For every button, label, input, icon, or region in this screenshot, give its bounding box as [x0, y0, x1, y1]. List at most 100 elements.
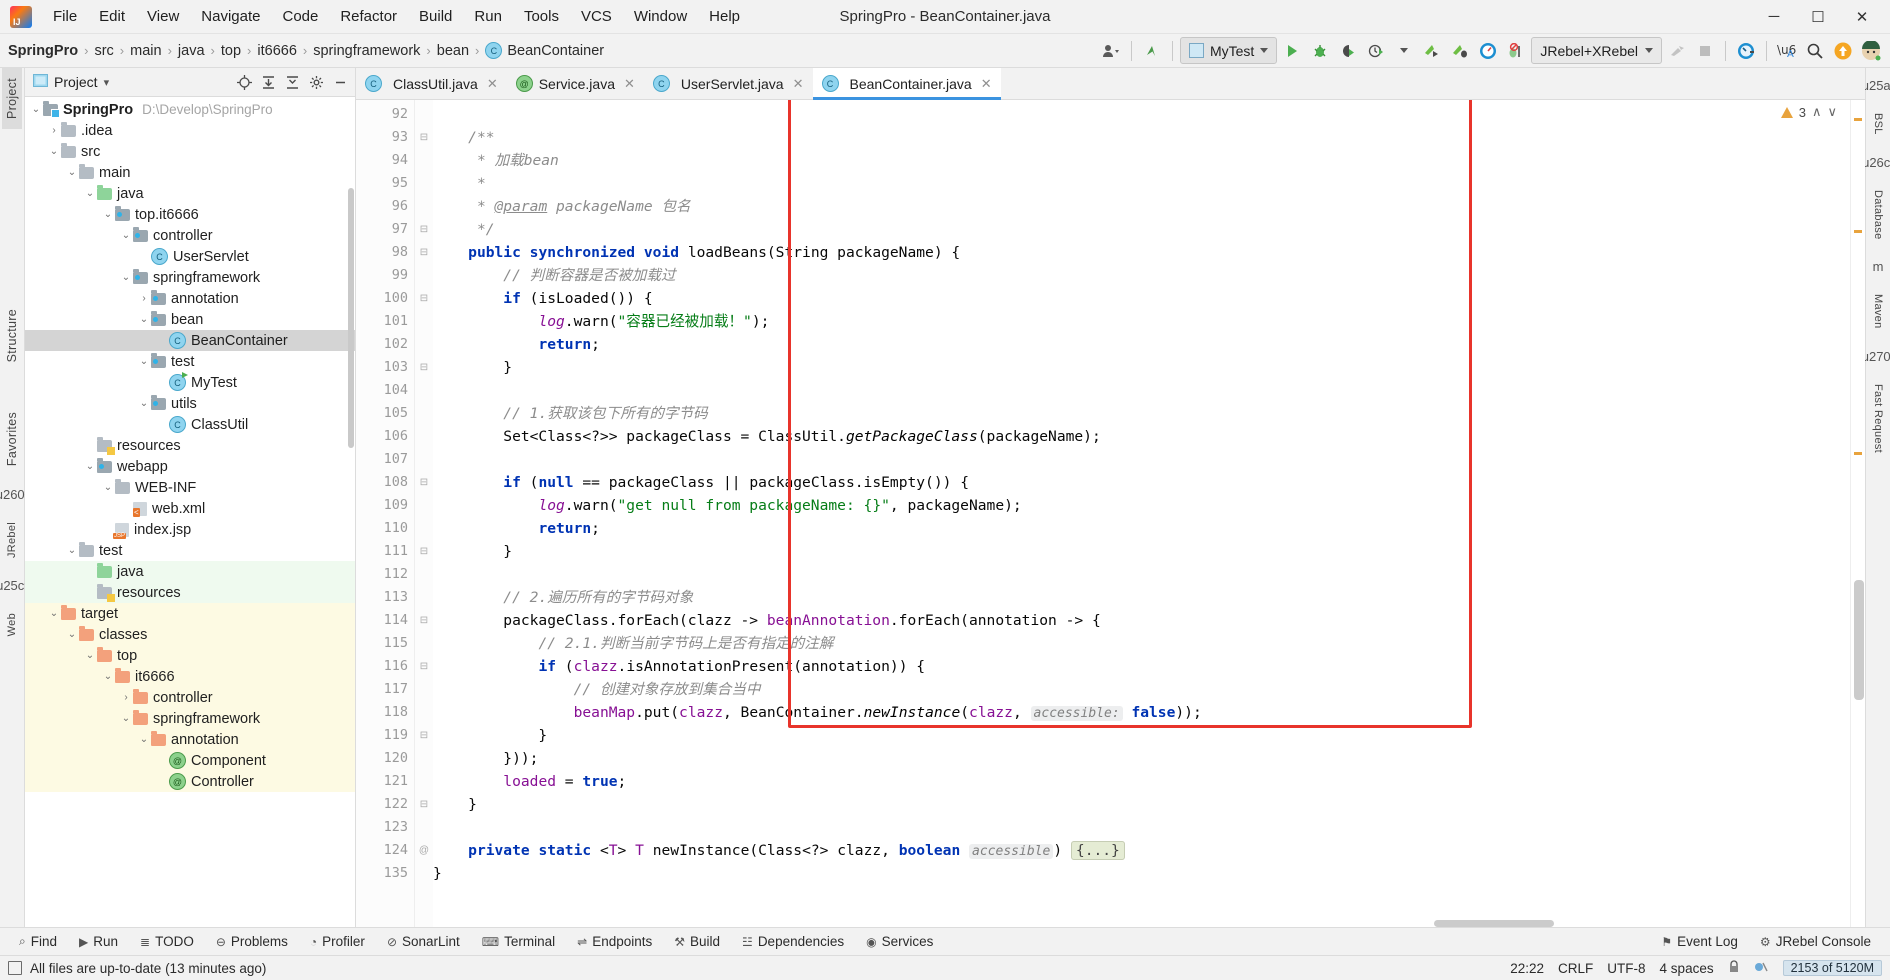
- search-everywhere-icon[interactable]: [1802, 38, 1828, 63]
- menu-item-build[interactable]: Build: [408, 4, 463, 29]
- editor-tab-service-java[interactable]: @ Service.java ✕: [507, 68, 644, 99]
- close-icon[interactable]: ✕: [793, 76, 804, 92]
- build-icon[interactable]: [1664, 38, 1690, 63]
- fold-marker-icon[interactable]: ⊟: [415, 218, 433, 241]
- maximize-button[interactable]: ☐: [1796, 1, 1840, 33]
- tool-window-services[interactable]: ◉ Services: [855, 934, 944, 949]
- chevron-down-icon[interactable]: ⌄: [101, 482, 115, 492]
- breadcrumb-item-top[interactable]: top: [221, 43, 241, 59]
- update-project-icon[interactable]: [1139, 38, 1165, 63]
- translate-icon[interactable]: \u6587A: [1774, 38, 1800, 63]
- tree-node-index-jsp[interactable]: index.jsp: [25, 519, 355, 540]
- tool-window-sonarlint[interactable]: ⊘ SonarLint: [376, 934, 471, 949]
- editor-marker-bar[interactable]: [1850, 100, 1865, 927]
- fold-marker-icon[interactable]: ⊟: [415, 356, 433, 379]
- rail-tab-structure[interactable]: Structure: [2, 299, 22, 372]
- fold-marker-icon[interactable]: ⊟: [415, 126, 433, 149]
- breadcrumb-item-main[interactable]: main: [130, 43, 161, 59]
- tool-window-todo[interactable]: ≣ TODO: [129, 934, 205, 949]
- tree-node-controller[interactable]: @ Controller: [25, 771, 355, 792]
- chevron-down-icon[interactable]: ⌄: [101, 209, 115, 219]
- inspection-widget[interactable]: 3 ∧ ∨: [1780, 104, 1837, 120]
- tool-window-event-log[interactable]: ⚑ Event Log: [1650, 934, 1749, 949]
- project-tree[interactable]: ⌄ SpringPro D:\Develop\SpringPro › .idea ⌄ src…: [25, 97, 355, 927]
- profiler-dropdown-icon[interactable]: [1391, 38, 1417, 63]
- tree-node-test[interactable]: ⌄ test: [25, 351, 355, 372]
- menu-item-edit[interactable]: Edit: [88, 4, 136, 29]
- rail-tab-database[interactable]: Database: [1869, 180, 1887, 250]
- fold-marker-icon[interactable]: ⊟: [415, 471, 433, 494]
- breadcrumb-item-springpro[interactable]: SpringPro: [8, 43, 78, 59]
- tool-window-run[interactable]: ▶ Run: [68, 934, 129, 949]
- rail-tab-web[interactable]: Web: [3, 603, 21, 646]
- tree-node-it6666[interactable]: ⌄ it6666: [25, 666, 355, 687]
- tool-window-profiler[interactable]: ◔ Profiler: [299, 934, 376, 949]
- run-with-coverage-icon[interactable]: [1335, 38, 1361, 63]
- chevron-down-icon[interactable]: ⌄: [119, 272, 133, 282]
- settings-icon[interactable]: [305, 71, 327, 93]
- chevron-down-icon[interactable]: ⌄: [83, 650, 97, 660]
- read-only-lock-icon[interactable]: [1728, 960, 1740, 976]
- tree-node-top-it6666[interactable]: ⌄ top.it6666: [25, 204, 355, 225]
- tree-node-java[interactable]: ⌄ java: [25, 183, 355, 204]
- breadcrumb-item-bean[interactable]: bean: [437, 43, 469, 59]
- inspection-prev-icon[interactable]: ∧: [1812, 104, 1822, 120]
- chevron-down-icon[interactable]: ⌄: [119, 713, 133, 723]
- chevron-right-icon[interactable]: ›: [137, 293, 151, 304]
- chevron-down-icon[interactable]: ⌄: [137, 734, 151, 744]
- code-content[interactable]: /** * 加载bean * * @param packageName 包名 *…: [433, 100, 1865, 927]
- chevron-down-icon[interactable]: ⌄: [119, 230, 133, 240]
- breadcrumb-item-java[interactable]: java: [178, 43, 205, 59]
- tree-node-mytest[interactable]: C MyTest: [25, 372, 355, 393]
- tree-node-target[interactable]: ⌄ target: [25, 603, 355, 624]
- chevron-down-icon[interactable]: ⌄: [101, 671, 115, 681]
- tree-node-springframework[interactable]: ⌄ springframework: [25, 708, 355, 729]
- tool-window-problems[interactable]: ⊖ Problems: [205, 934, 299, 949]
- editor-horizontal-scrollbar[interactable]: [414, 920, 1851, 927]
- inspection-next-icon[interactable]: ∨: [1827, 104, 1837, 120]
- chevron-down-icon[interactable]: ⌄: [65, 545, 79, 555]
- menu-item-refactor[interactable]: Refactor: [329, 4, 408, 29]
- close-icon[interactable]: ✕: [487, 76, 498, 92]
- editor-vertical-scrollbar-thumb[interactable]: [1854, 580, 1864, 700]
- editor-tab-classutil-java[interactable]: C ClassUtil.java ✕: [356, 68, 507, 99]
- hide-icon[interactable]: [329, 71, 351, 93]
- tree-node-springpro[interactable]: ⌄ SpringPro D:\Develop\SpringPro: [25, 99, 355, 120]
- breadcrumb-item-it6666[interactable]: it6666: [257, 43, 297, 59]
- jrebel-configuration-combo[interactable]: JRebel+XRebel: [1531, 37, 1662, 64]
- tool-window-find[interactable]: ⌕ Find: [8, 934, 68, 949]
- inspection-level-icon[interactable]: [1754, 960, 1769, 977]
- tree-node-bean[interactable]: ⌄ bean: [25, 309, 355, 330]
- chevron-down-icon[interactable]: ⌄: [47, 608, 61, 618]
- fold-marker-icon[interactable]: ⊟: [415, 540, 433, 563]
- user-dropdown-icon[interactable]: [1098, 38, 1124, 63]
- chevron-down-icon[interactable]: ⌄: [83, 188, 97, 198]
- menu-item-tools[interactable]: Tools: [513, 4, 570, 29]
- close-icon[interactable]: ✕: [624, 76, 635, 92]
- fold-marker-icon[interactable]: ⊟: [415, 241, 433, 264]
- expand-all-icon[interactable]: [257, 71, 279, 93]
- tree-node-component[interactable]: @ Component: [25, 750, 355, 771]
- chevron-down-icon[interactable]: ⌄: [137, 398, 151, 408]
- fold-marker-icon[interactable]: ⊟: [415, 287, 433, 310]
- memory-indicator[interactable]: 2153 of 5120M: [1782, 960, 1882, 976]
- menu-item-run[interactable]: Run: [463, 4, 513, 29]
- menu-item-code[interactable]: Code: [271, 4, 329, 29]
- tree-node-web-xml[interactable]: web.xml: [25, 498, 355, 519]
- chevron-down-icon[interactable]: ⌄: [29, 104, 43, 114]
- chevron-down-icon[interactable]: ⌄: [83, 461, 97, 471]
- jrebel-gauge-icon[interactable]: [1733, 38, 1759, 63]
- rail-tab-favorites[interactable]: Favorites: [2, 402, 22, 476]
- tree-node-beancontainer[interactable]: C BeanContainer: [25, 330, 355, 351]
- tree-node-web-inf[interactable]: ⌄ WEB-INF: [25, 477, 355, 498]
- jrebel-run-icon[interactable]: [1419, 38, 1445, 63]
- tree-node-classes[interactable]: ⌄ classes: [25, 624, 355, 645]
- editor-tab-userservlet-java[interactable]: C UserServlet.java ✕: [644, 68, 813, 99]
- tree-node-webapp[interactable]: ⌄ webapp: [25, 456, 355, 477]
- tree-node-springframework[interactable]: ⌄ springframework: [25, 267, 355, 288]
- line-separator[interactable]: CRLF: [1558, 961, 1593, 976]
- collapse-all-icon[interactable]: [281, 71, 303, 93]
- run-icon[interactable]: [1279, 38, 1305, 63]
- code-editor[interactable]: 92 93 94 95 96 97 98 99 100 101 102 103 104 105 106 107…: [356, 100, 1865, 927]
- tree-node-top[interactable]: ⌄ top: [25, 645, 355, 666]
